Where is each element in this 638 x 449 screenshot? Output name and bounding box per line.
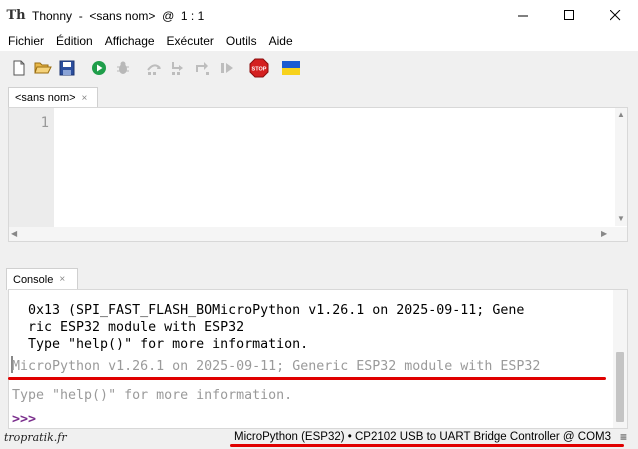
interpreter-selector[interactable]: MicroPython (ESP32) • CP2102 USB to UART…	[234, 431, 611, 443]
scroll-right-icon[interactable]: ▶	[601, 229, 607, 238]
step-out-button[interactable]	[192, 57, 214, 79]
menu-edition[interactable]: Édition	[50, 31, 99, 51]
thonny-app-icon: Th	[6, 8, 26, 23]
step-out-icon	[196, 62, 209, 75]
console-banner-line: MicroPython v1.26.1 on 2025-09-11; Gener…	[12, 359, 541, 374]
save-file-button[interactable]	[56, 57, 78, 79]
new-file-icon	[13, 60, 25, 76]
step-into-button[interactable]	[168, 57, 190, 79]
editor-tab-bar: <sans nom> ×	[0, 85, 638, 108]
maximize-icon	[563, 10, 574, 20]
line-number-gutter: 1	[9, 108, 54, 241]
editor-vertical-scrollbar[interactable]: ▲ ▼	[615, 108, 627, 226]
line-number: 1	[40, 115, 49, 131]
resume-icon	[221, 63, 233, 73]
open-file-button[interactable]	[32, 57, 54, 79]
hamburger-menu-icon[interactable]: ≡	[620, 430, 627, 444]
menu-fichier[interactable]: Fichier	[2, 31, 50, 51]
ukraine-flag-icon	[282, 61, 300, 75]
tab-label: Console	[13, 273, 54, 286]
menu-bar: Fichier Édition Affichage Exécuter Outil…	[0, 31, 638, 51]
shell-prompt: >>>	[12, 412, 37, 427]
scrollbar-thumb[interactable]	[616, 352, 624, 422]
tab-untitled[interactable]: <sans nom> ×	[8, 87, 98, 108]
scroll-up-icon[interactable]: ▲	[617, 110, 625, 119]
console-output-line: 0x13 (SPI_FAST_FLASH_BOMicroPython v1.26…	[28, 303, 525, 318]
code-editor[interactable]: 1 ▲ ▼ ◀ ▶	[8, 107, 628, 242]
console-output-line: ric ESP32 module with ESP32	[28, 320, 245, 335]
maximize-button[interactable]	[546, 0, 592, 31]
stop-button[interactable]: STOP	[248, 57, 270, 79]
minimize-icon	[517, 15, 528, 17]
save-file-icon	[59, 60, 75, 76]
tab-close-icon[interactable]: ×	[59, 274, 65, 285]
toolbar: STOP	[0, 51, 638, 85]
menu-aide[interactable]: Aide	[263, 31, 299, 51]
resume-button[interactable]	[216, 57, 238, 79]
menu-affichage[interactable]: Affichage	[99, 31, 161, 51]
step-over-icon	[147, 64, 161, 75]
debug-button[interactable]	[112, 57, 134, 79]
highlight-underline	[230, 444, 624, 447]
scroll-down-icon[interactable]: ▼	[617, 214, 625, 223]
menu-outils[interactable]: Outils	[220, 31, 263, 51]
console-help-line: Type "help()" for more information.	[12, 388, 293, 403]
highlight-underline	[8, 377, 606, 380]
title-bar: Th Thonny - <sans nom> @ 1 : 1	[0, 0, 638, 31]
shell-console[interactable]: 0x13 (SPI_FAST_FLASH_BOMicroPython v1.26…	[8, 289, 628, 429]
tab-console[interactable]: Console ×	[6, 268, 78, 290]
scroll-left-icon[interactable]: ◀	[11, 229, 17, 238]
window-title: Thonny - <sans nom> @ 1 : 1	[32, 8, 205, 23]
new-file-button[interactable]	[8, 57, 30, 79]
svg-text:STOP: STOP	[252, 67, 267, 73]
editor-horizontal-scrollbar[interactable]: ◀ ▶	[9, 227, 627, 241]
step-over-button[interactable]	[144, 57, 166, 79]
close-icon	[609, 10, 620, 21]
console-output-line: Type "help()" for more information.	[28, 337, 309, 352]
tab-close-icon[interactable]: ×	[82, 93, 88, 104]
window-controls	[500, 0, 638, 31]
open-file-icon	[34, 62, 52, 74]
console-tab-bar: Console ×	[0, 263, 638, 290]
ukraine-flag-button[interactable]	[280, 57, 302, 79]
watermark: tropratik.fr	[4, 431, 67, 444]
stop-icon: STOP	[249, 58, 269, 78]
run-icon	[92, 61, 106, 75]
close-button[interactable]	[592, 0, 638, 31]
run-button[interactable]	[88, 57, 110, 79]
console-vertical-scrollbar[interactable]	[613, 290, 627, 428]
debug-icon	[117, 61, 129, 74]
tab-label: <sans nom>	[15, 92, 76, 104]
minimize-button[interactable]	[500, 0, 546, 31]
step-into-icon	[172, 62, 183, 75]
menu-executer[interactable]: Exécuter	[161, 31, 220, 51]
